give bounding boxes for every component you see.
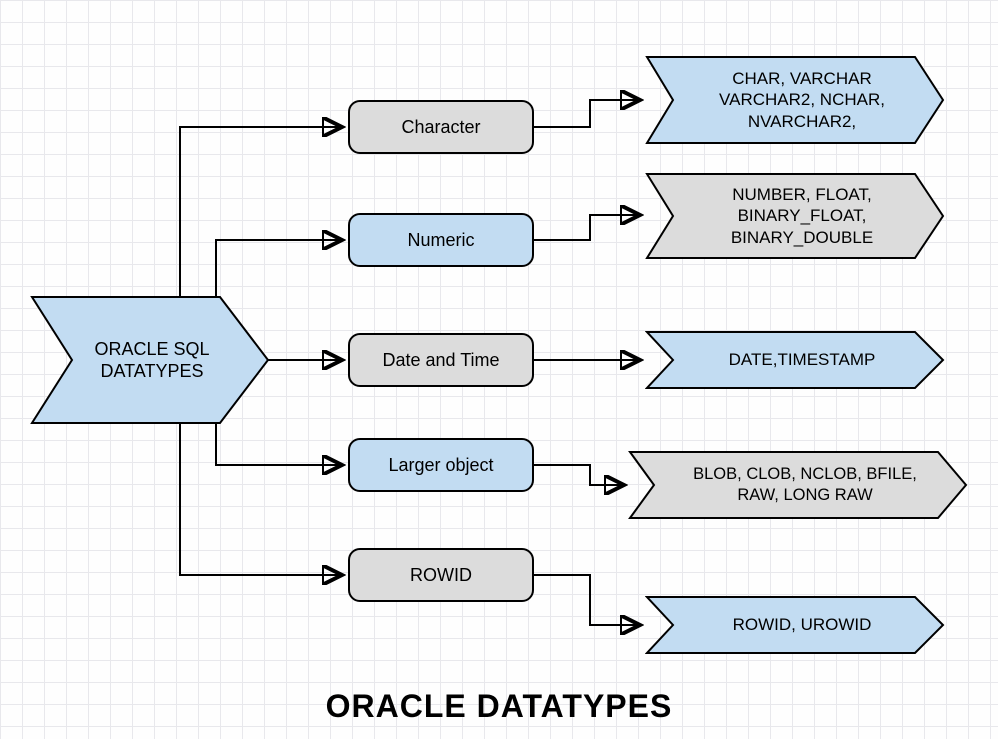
- category-label: Larger object: [388, 455, 493, 476]
- root-label: ORACLE SQL DATATYPES: [30, 295, 240, 425]
- category-larger-object: Larger object: [348, 438, 534, 492]
- leaf-label: CHAR, VARCHAR VARCHAR2, NCHAR, NVARCHAR2…: [645, 55, 941, 145]
- category-date-time: Date and Time: [348, 333, 534, 387]
- category-label: Numeric: [407, 230, 474, 251]
- diagram-title: ORACLE DATATYPES: [0, 688, 998, 725]
- category-label: ROWID: [410, 565, 472, 586]
- leaf-label: NUMBER, FLOAT, BINARY_FLOAT, BINARY_DOUB…: [645, 172, 941, 260]
- category-numeric: Numeric: [348, 213, 534, 267]
- category-label: Date and Time: [382, 350, 499, 371]
- leaf-label: DATE,TIMESTAMP: [645, 330, 941, 390]
- category-character: Character: [348, 100, 534, 154]
- category-label: Character: [401, 117, 480, 138]
- leaf-label: ROWID, UROWID: [645, 595, 941, 655]
- leaf-label: BLOB, CLOB, NCLOB, BFILE, RAW, LONG RAW: [628, 450, 964, 520]
- category-rowid: ROWID: [348, 548, 534, 602]
